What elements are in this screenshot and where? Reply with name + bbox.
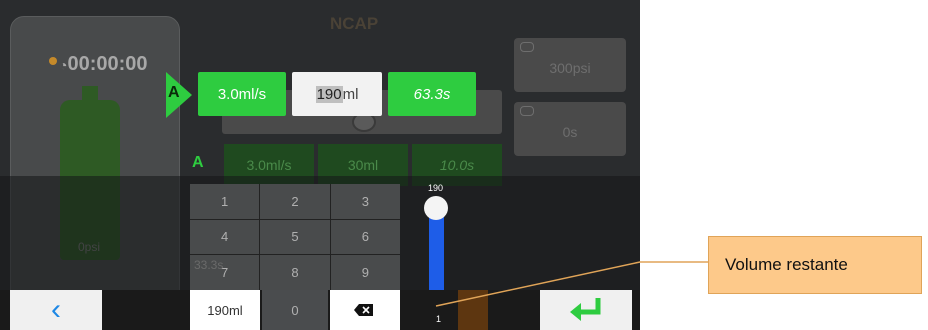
annotation-callout: Volume restante	[708, 236, 922, 294]
